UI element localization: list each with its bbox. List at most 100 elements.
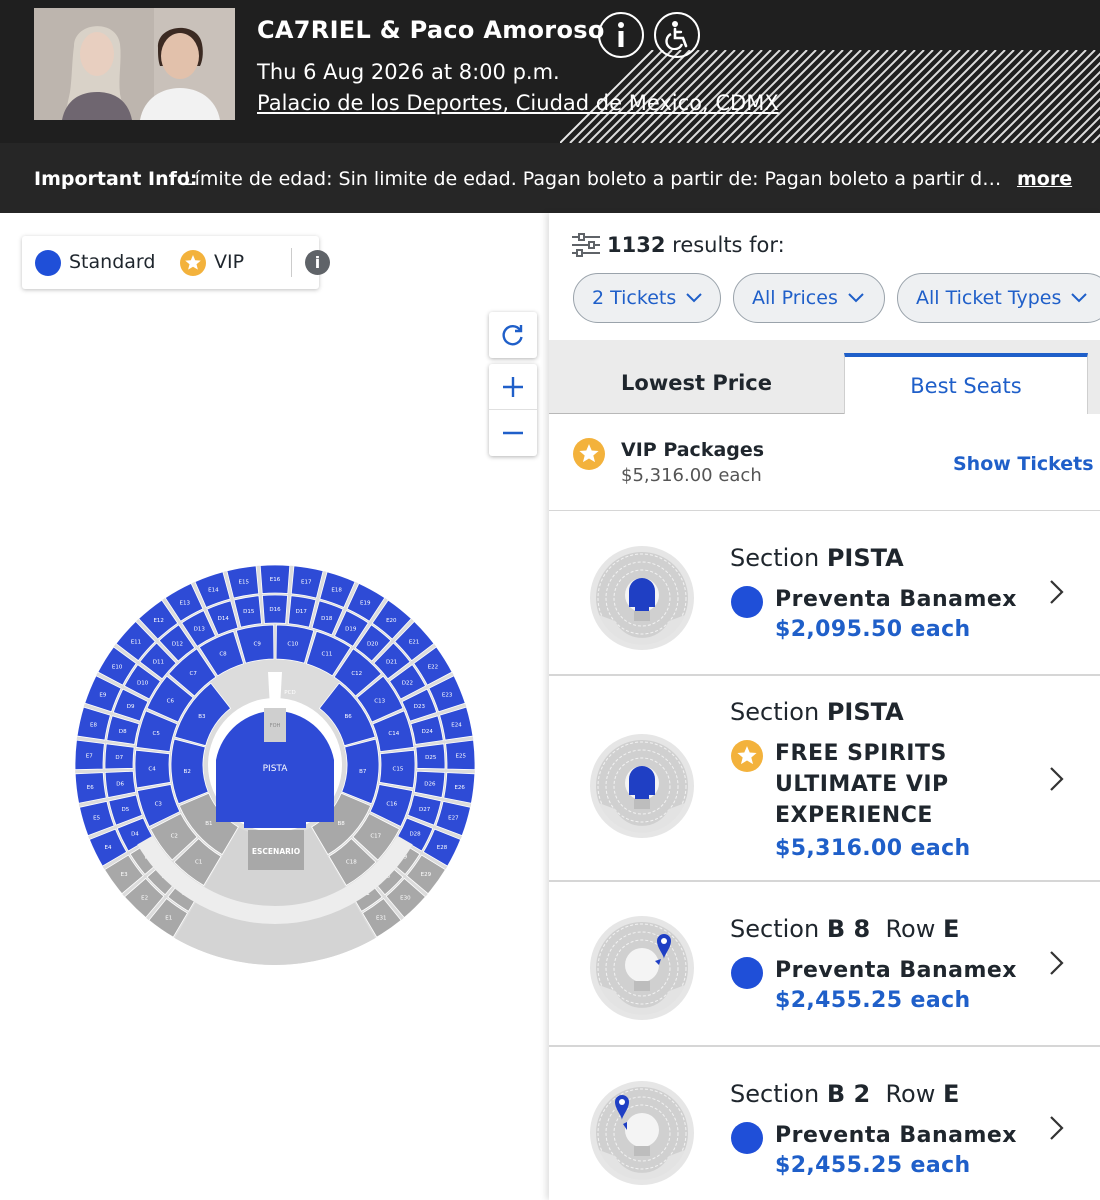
seat-section-label: E9	[99, 693, 106, 699]
results-panel: 1132 results for: 2 Tickets All Prices A…	[549, 213, 1100, 1200]
important-info-text: Límite de edad: Sin limite de edad. Paga…	[184, 168, 1002, 190]
seat-section-label: D14	[218, 616, 230, 622]
seat-view-thumbnail	[589, 733, 695, 839]
listing-card[interactable]: Section PISTA FREE SPIRITS ULTIMATE VIP …	[549, 676, 1100, 882]
hatch-line	[803, 50, 898, 143]
zoom-out-button[interactable]	[489, 410, 537, 456]
reset-map-button[interactable]	[489, 312, 537, 358]
seat-section-label: E19	[360, 600, 371, 606]
zoom-in-button[interactable]	[489, 364, 537, 410]
quantity-filter[interactable]: 2 Tickets	[573, 273, 721, 323]
standard-dot	[35, 250, 61, 276]
seat-section-label: C12	[351, 671, 362, 677]
seat-section-label: B2	[184, 769, 191, 775]
foh-aisle	[268, 672, 282, 708]
hatch-line	[929, 50, 1024, 143]
event-thumbnail	[34, 8, 235, 120]
seat-section-label: D26	[424, 781, 436, 787]
seat-section-label: D5	[122, 807, 130, 813]
hatch-line	[839, 50, 934, 143]
tab-lowest-price[interactable]: Lowest Price	[549, 353, 844, 414]
seat-section-label: E2	[141, 896, 148, 902]
more-link[interactable]: more	[1017, 168, 1072, 190]
seat-section-label: D20	[367, 641, 379, 647]
legend-standard-label: Standard	[69, 251, 156, 273]
standard-dot	[731, 957, 763, 989]
listing-card[interactable]: Section B 8 Row E Preventa Banamex $2,45…	[549, 882, 1100, 1047]
seat-section-label: E30	[400, 896, 411, 902]
seat-section-label: B3	[198, 714, 206, 720]
zoom-in-icon	[503, 376, 523, 397]
hatch-line	[884, 50, 979, 143]
seat-section-label: D23	[414, 704, 426, 710]
vip-star-icon	[731, 740, 763, 772]
seat-section-label: E4	[105, 845, 112, 851]
seat-section-label: D17	[296, 609, 308, 615]
event-venue-link[interactable]: Palacio de los Deportes, Ciudad de Méxic…	[257, 91, 779, 115]
pista-highlight-icon	[629, 578, 655, 611]
important-info-label: Important Info:	[34, 168, 198, 190]
show-tickets-link[interactable]: Show Tickets	[953, 453, 1094, 475]
listing-section: Section B 8 Row E	[730, 915, 960, 943]
event-info-button[interactable]	[598, 12, 644, 58]
foh-label: FOH	[270, 723, 281, 729]
seat-section-label: E13	[179, 600, 190, 606]
hatch-line	[794, 50, 889, 143]
legend-vip-label: VIP	[214, 251, 245, 273]
seat-section-label: C2	[171, 834, 178, 840]
price-filter[interactable]: All Prices	[733, 273, 885, 323]
filter-sliders-icon[interactable]	[571, 233, 601, 257]
hatch-line	[992, 50, 1087, 143]
seat-section-label: D4	[131, 832, 139, 838]
seat-section-label: E18	[331, 588, 342, 594]
hatch-line	[767, 50, 862, 143]
results-suffix: results for:	[672, 233, 785, 257]
listing-card[interactable]: Section PISTA Preventa Banamex $2,095.50…	[549, 511, 1100, 676]
venue-seat-map[interactable]: B1 B2 B3 B6 B7 B8 C1 C2 C3 C4 C5 C6 C7 C8 C9 C10 C11 C12 C…	[70, 560, 480, 970]
legend-divider	[291, 248, 292, 277]
vip-packages-row[interactable]: VIP Packages $5,316.00 each Show Tickets	[549, 414, 1100, 511]
seat-section-label: D15	[243, 609, 255, 615]
listing-section: Section PISTA	[730, 544, 904, 572]
listing-price: $2,455.25 each	[775, 1153, 971, 1178]
listing-price: $2,095.50 each	[775, 617, 971, 642]
tab-best-seats[interactable]: Best Seats	[844, 353, 1088, 414]
hatch-line	[785, 50, 880, 143]
seat-section-label: C5	[153, 731, 161, 737]
accessibility-button[interactable]	[654, 12, 700, 58]
seat-section-label: B6	[345, 714, 353, 720]
seat-section-label: E26	[454, 785, 465, 791]
hatch-line	[821, 50, 916, 143]
seat-section-label: E31	[376, 916, 386, 922]
listing-price: $2,455.25 each	[775, 988, 971, 1013]
chevron-down-icon	[848, 293, 864, 303]
zoom-controls	[489, 364, 537, 456]
listing-ticket-type: Preventa Banamex	[775, 587, 1017, 612]
event-header: CA7RIEL & Paco Amoroso Thu 6 Aug 2026 at…	[0, 0, 1100, 143]
pista-label: PISTA	[263, 764, 289, 774]
info-icon	[618, 22, 624, 47]
seat-section-label: B7	[359, 769, 367, 775]
seat-section-label: C14	[388, 731, 399, 737]
seat-section-label: E27	[448, 816, 459, 822]
listing-card[interactable]: Section B 2 Row E Preventa Banamex $2,45…	[549, 1047, 1100, 1200]
ticket-type-filter[interactable]: All Ticket Types	[897, 273, 1100, 323]
hatch-line	[974, 50, 1069, 143]
seat-section-label: C11	[322, 652, 333, 658]
hatch-line	[830, 50, 925, 143]
hatch-line	[1001, 50, 1096, 143]
seat-section-label: D13	[194, 627, 206, 633]
seat-section-label: C13	[374, 698, 385, 704]
seat-section-label: D7	[115, 755, 123, 761]
hatch-line	[956, 50, 1051, 143]
hatch-line	[875, 50, 970, 143]
seat-section-label: D18	[321, 616, 333, 622]
chevron-right-icon	[1050, 580, 1064, 604]
legend-info-icon[interactable]: i	[305, 250, 330, 275]
hatch-line	[920, 50, 1015, 143]
results-count: 1132 results for:	[607, 233, 785, 257]
seat-section-label: E17	[301, 580, 312, 586]
seat-section-label: E16	[270, 577, 281, 583]
seat-section-label: C18	[346, 859, 357, 865]
event-date: Thu 6 Aug 2026 at 8:00 p.m.	[257, 60, 560, 84]
